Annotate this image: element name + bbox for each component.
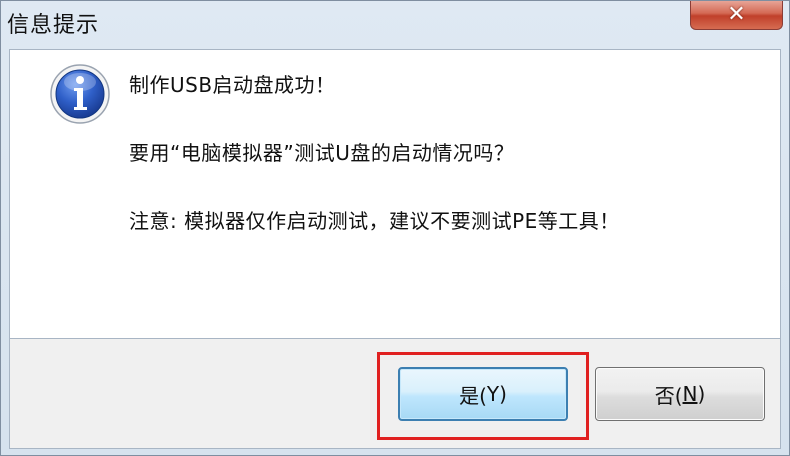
- message-line-2: 要用“电脑模拟器”测试U盘的启动情况吗？: [129, 141, 515, 165]
- no-button-suffix: ): [697, 382, 706, 406]
- dialog-window: 信息提示 ✕ 制作USB启动盘成功！ 要用“电脑模拟器”测试U盘的启动情况吗？ …: [0, 0, 790, 456]
- title-bar[interactable]: 信息提示 ✕: [1, 1, 789, 47]
- close-icon: ✕: [727, 1, 746, 27]
- no-button[interactable]: 否(N): [595, 367, 765, 421]
- message-panel: [9, 49, 781, 339]
- info-icon: [50, 64, 110, 124]
- no-button-prefix: 否(: [654, 383, 683, 408]
- no-button-key: N: [682, 382, 698, 406]
- window-title: 信息提示: [7, 13, 100, 38]
- message-line-3: 注意: 模拟器仅作启动测试，建议不要测试PE等工具！: [129, 209, 620, 233]
- message-line-1: 制作USB启动盘成功！: [129, 73, 336, 97]
- close-button[interactable]: ✕: [690, 1, 783, 30]
- highlight-annotation: [377, 352, 589, 440]
